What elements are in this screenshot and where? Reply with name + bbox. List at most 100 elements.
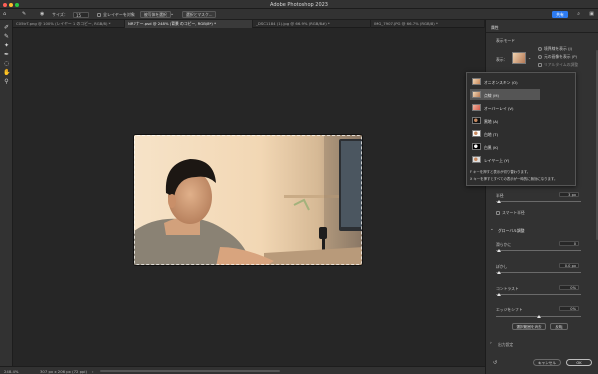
tools-panel: ✐ ✎ ✦ ✒ ◌ ✋ ⚲ <box>0 20 13 366</box>
smooth-input[interactable]: 0 <box>559 241 579 246</box>
view-option-on-white[interactable]: 白地 (T) <box>470 128 540 139</box>
tab-document-3[interactable]: _DSC1184 (1).jpg @ 66.9% (RGB/8#) * <box>253 20 371 28</box>
chevron-down-icon[interactable]: ⌄ <box>528 55 531 60</box>
quick-select-icon[interactable]: ✎ <box>3 33 10 40</box>
view-option-label: オニオンスキン (O) <box>484 79 518 85</box>
status-bar: 248.4% 307 px x 206 px (72 ppi) › <box>0 366 485 374</box>
smart-radius-option[interactable]: スマート半径 <box>496 210 525 216</box>
view-option-label: 黒地 (A) <box>484 118 499 124</box>
pen-icon[interactable]: ✒ <box>3 51 10 58</box>
show-edge-option[interactable]: 境界線を表示 (J) <box>538 46 572 52</box>
search-icon[interactable]: ⌕ <box>577 11 580 17</box>
shift-edge-input[interactable]: 0% <box>559 306 579 311</box>
view-option-thumbnail <box>472 91 481 98</box>
view-option-thumbnail <box>472 104 481 111</box>
home-icon[interactable]: ⌂ <box>3 11 6 17</box>
invert-button[interactable]: 反転 <box>550 323 568 330</box>
view-option-thumbnail <box>472 143 481 150</box>
global-refine-header[interactable]: グローバル調整 <box>498 228 525 234</box>
radius-slider-knob[interactable] <box>497 200 501 203</box>
size-input[interactable]: 15 <box>73 11 89 18</box>
tab-label: IMG_7907.JPG @ 66.7% (RGB/8) * <box>374 21 438 26</box>
chevron-right-icon[interactable]: › <box>490 341 492 346</box>
panel-header: 属性 <box>491 25 499 30</box>
show-original-option[interactable]: 元の画像を表示 (P) <box>538 54 577 60</box>
tab-label: NR7ナー.psd @ 248% (背景 のコピー, RGB/8*) * <box>128 21 217 26</box>
select-subject-button[interactable]: 被写体を選択 <box>140 11 171 18</box>
dropdown-hint-2: X キーを押すとすべての表示が一時的に無効になります。 <box>470 177 558 181</box>
title-bar: Adobe Photoshop 2023 <box>0 0 598 9</box>
contrast-slider[interactable] <box>496 294 581 295</box>
smooth-slider[interactable] <box>496 250 581 251</box>
lasso-icon[interactable]: ◌ <box>3 60 10 67</box>
contrast-input[interactable]: 0% <box>559 285 579 290</box>
select-and-mask-button[interactable]: 選択とマスク... <box>182 11 217 18</box>
view-mode-thumbnail[interactable] <box>512 52 526 64</box>
tab-label: C05trT.png @ 100% (レイヤー 1 のコピー, RGB/8) * <box>16 21 111 26</box>
view-option-label: レイヤー上 (Y) <box>484 157 510 163</box>
chevron-down-icon[interactable]: ⌄ <box>170 11 174 17</box>
tab-document-1[interactable]: C05trT.png @ 100% (レイヤー 1 のコピー, RGB/8) * <box>13 20 125 28</box>
cancel-button[interactable]: キャンセル <box>533 359 561 366</box>
ok-button[interactable]: OK <box>566 359 592 366</box>
view-option-black-and-white[interactable]: 白黒 (K) <box>470 141 540 152</box>
view-option-marching-ants[interactable]: 点線 (M) <box>470 89 540 100</box>
view-option-thumbnail <box>472 78 481 85</box>
shift-edge-slider-knob[interactable] <box>537 315 541 318</box>
view-option-label: 点線 (M) <box>484 92 500 98</box>
view-option-label: 白黒 (K) <box>484 144 499 150</box>
share-button[interactable]: 共有 <box>552 11 568 18</box>
feather-label: ぼかし <box>496 264 508 269</box>
view-option-label: オーバーレイ (V) <box>484 105 514 111</box>
quick-select-tool-icon[interactable]: ✎ <box>22 11 26 17</box>
sample-all-layers-label: 全レイヤーを対象 <box>103 11 135 17</box>
clear-selection-button[interactable]: 選択範囲を消去 <box>512 323 546 330</box>
reset-icon[interactable]: ↺ <box>493 360 497 366</box>
output-settings-header[interactable]: 出力設定 <box>498 342 513 348</box>
chevron-right-icon[interactable]: › <box>92 369 94 374</box>
magic-wand-icon[interactable]: ✦ <box>3 42 10 49</box>
view-option-overlay[interactable]: オーバーレイ (V) <box>470 102 540 113</box>
smooth-label: 滑らかに <box>496 242 512 247</box>
document-size: 307 px x 206 px (72 ppi) <box>40 368 87 374</box>
feather-slider[interactable] <box>496 272 581 273</box>
sample-all-layers-checkbox[interactable]: 全レイヤーを対象 <box>97 12 135 18</box>
brush-icon[interactable]: ✐ <box>3 24 10 31</box>
view-option-thumbnail <box>472 117 481 124</box>
view-option-on-layers[interactable]: レイヤー上 (Y) <box>470 154 540 165</box>
zoom-icon[interactable]: ⚲ <box>3 78 10 85</box>
document-tabs: C05trT.png @ 100% (レイヤー 1 のコピー, RGB/8) *… <box>13 20 485 28</box>
realtime-refine-label: リアルタイムの調整 <box>544 62 579 67</box>
contrast-slider-knob[interactable] <box>497 293 501 296</box>
marching-ants-selection <box>134 135 362 265</box>
view-option-thumbnail <box>472 156 481 163</box>
tab-document-2[interactable]: NR7ナー.psd @ 248% (背景 のコピー, RGB/8*) * <box>125 20 253 28</box>
size-label: サイズ： <box>52 11 68 17</box>
tab-document-4[interactable]: IMG_7907.JPG @ 66.7% (RGB/8) * <box>371 20 485 28</box>
hand-icon[interactable]: ✋ <box>3 69 10 76</box>
chevron-down-icon[interactable]: ⌄ <box>490 227 494 232</box>
view-option-label: 白地 (T) <box>484 131 499 137</box>
smart-radius-label: スマート半径 <box>502 210 525 215</box>
document-canvas[interactable] <box>133 134 363 266</box>
tab-label: _DSC1184 (1).jpg @ 66.9% (RGB/8#) * <box>256 21 330 26</box>
zoom-level[interactable]: 248.4% <box>4 369 18 374</box>
options-bar: ⌂ ✎ ◉ サイズ： 15 全レイヤーを対象 被写体を選択 ⌄ 選択とマスク..… <box>0 9 598 20</box>
view-option-onion-skin[interactable]: オニオンスキン (O) <box>470 76 540 87</box>
workspace-icon[interactable]: ▣ <box>589 11 594 17</box>
horizontal-scrollbar[interactable] <box>100 370 280 372</box>
brush-options-icon[interactable]: ◉ <box>40 11 44 17</box>
radius-slider[interactable] <box>496 201 581 202</box>
radius-input[interactable]: 3 px <box>559 192 579 197</box>
feather-slider-knob[interactable] <box>497 271 501 274</box>
view-option-on-black[interactable]: 黒地 (A) <box>470 115 540 126</box>
feather-input[interactable]: 0.0 px <box>559 263 579 268</box>
smooth-slider-knob[interactable] <box>497 249 501 252</box>
view-mode-dropdown: オニオンスキン (O) 点線 (M) オーバーレイ (V) 黒地 (A) 白地 … <box>466 72 576 186</box>
shift-edge-label: エッジをシフト <box>496 307 523 312</box>
view-option-thumbnail <box>472 130 481 137</box>
window-title: Adobe Photoshop 2023 <box>270 1 328 8</box>
realtime-refine-option[interactable]: リアルタイムの調整 <box>538 62 578 68</box>
view-label: 表示： <box>496 57 508 62</box>
dropdown-hint-1: F キーを押すと表示が切り替わります。 <box>470 170 531 174</box>
